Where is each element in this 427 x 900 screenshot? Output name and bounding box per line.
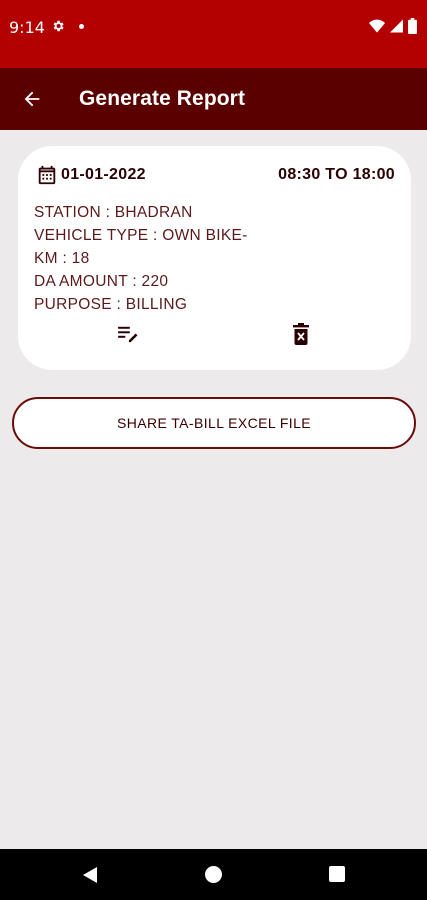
nav-home-icon[interactable] (205, 866, 222, 883)
notification-dot-icon (79, 24, 84, 29)
system-nav-bar (0, 849, 427, 900)
wifi-icon (369, 19, 385, 33)
vehicle-type-text: VEHICLE TYPE : OWN BIKE- (34, 227, 248, 244)
report-details: STATION : BHADRAN VEHICLE TYPE : OWN BIK… (34, 201, 264, 316)
da-amount-text: DA AMOUNT : 220 (34, 273, 169, 290)
report-card[interactable]: 01-01-2022 08:30 TO 18:00 STATION : BHAD… (18, 146, 411, 370)
status-time: 9:14 (9, 18, 45, 37)
report-time-range: 08:30 TO 18:00 (278, 166, 395, 183)
card-date-row: 01-01-2022 (36, 164, 146, 186)
edit-list-icon (118, 326, 138, 343)
app-bar: Generate Report (0, 68, 427, 130)
station-text: STATION : BHADRAN (34, 204, 193, 221)
calendar-icon (38, 165, 56, 185)
share-button-label: SHARE TA-BILL EXCEL FILE (117, 415, 311, 431)
status-icons (369, 18, 417, 34)
status-bar: 9:14 (0, 0, 427, 68)
nav-back-icon[interactable] (80, 865, 100, 885)
delete-button[interactable] (289, 321, 313, 347)
gear-icon (53, 20, 64, 32)
back-button[interactable] (14, 81, 50, 117)
edit-button[interactable] (114, 322, 142, 346)
page-title: Generate Report (79, 87, 246, 110)
km-text: KM : 18 (34, 250, 90, 267)
share-ta-bill-button[interactable]: SHARE TA-BILL EXCEL FILE (12, 397, 416, 449)
report-date: 01-01-2022 (61, 166, 146, 183)
signal-icon (390, 19, 403, 33)
purpose-text: PURPOSE : BILLING (34, 296, 188, 313)
delete-icon (293, 323, 309, 345)
battery-icon (408, 18, 417, 34)
nav-recents-icon[interactable] (329, 866, 345, 882)
arrow-back-icon (24, 91, 40, 107)
